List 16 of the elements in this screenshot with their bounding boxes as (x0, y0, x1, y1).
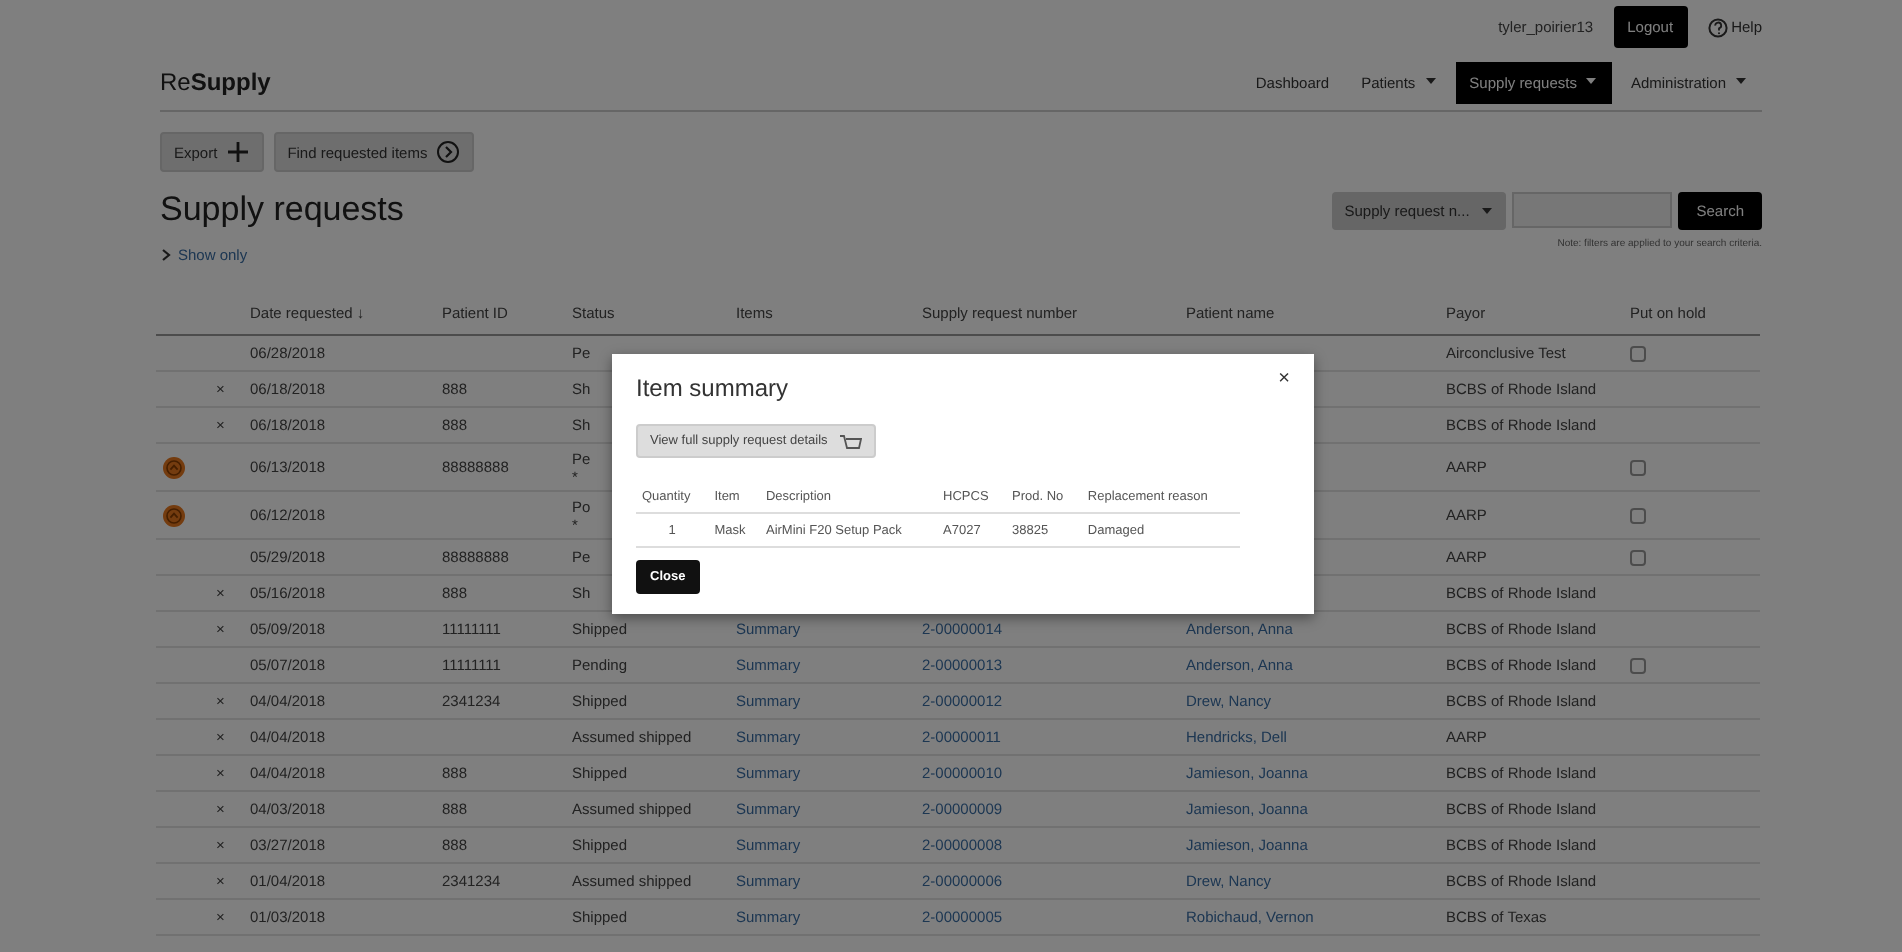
plus-icon (225, 140, 250, 164)
chevron-circle-icon (435, 140, 460, 164)
logo: ReSupply (160, 68, 271, 96)
caret-icon (1480, 204, 1495, 218)
close-icon[interactable]: × (1278, 368, 1290, 390)
modal-title: Item summary (636, 374, 789, 402)
hold-checkbox[interactable] (1630, 549, 1646, 565)
page-title: Supply requests (160, 190, 404, 230)
cart-icon (837, 431, 862, 451)
chevron-icon (160, 248, 172, 262)
hold-checkbox[interactable] (1630, 657, 1646, 673)
hold-checkbox[interactable] (1630, 459, 1646, 475)
hold-checkbox[interactable] (1630, 507, 1646, 523)
hold-checkbox[interactable] (1630, 345, 1646, 361)
search-field[interactable] (1512, 192, 1673, 228)
help-icon (1707, 17, 1728, 37)
